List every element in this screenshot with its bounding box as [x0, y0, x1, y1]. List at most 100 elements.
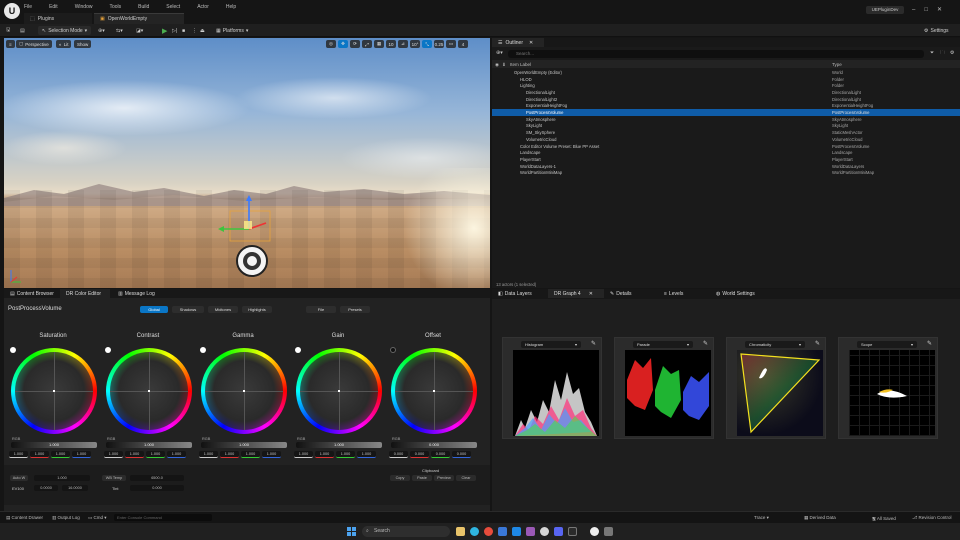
hue-wheel[interactable] — [296, 348, 382, 434]
platforms-dropdown[interactable]: ▦ Platforms ▾ — [216, 26, 248, 35]
tab-world-settings[interactable]: ◍ World Settings — [710, 289, 770, 298]
tab-dr-color-editor[interactable]: DR Color Editor — [60, 289, 110, 298]
mode-highlights-button[interactable]: Highlights — [242, 306, 272, 313]
mail-icon[interactable] — [512, 527, 521, 536]
pin-icon[interactable]: ✎ — [703, 340, 708, 347]
mode-global-button[interactable]: Global — [140, 306, 168, 313]
hue-wheel[interactable] — [391, 348, 477, 434]
unreal-engine-taskbar-icon[interactable] — [590, 527, 599, 536]
luminance-slider[interactable]: 1.000 — [106, 442, 192, 448]
outliner-row[interactable]: Color Editor Volume Preset: Blue PP Asse… — [492, 143, 960, 150]
col-type[interactable]: Type — [832, 62, 842, 67]
close-icon[interactable]: ✕ — [529, 40, 533, 46]
ev-min-value[interactable]: 0.0000 — [34, 485, 58, 491]
channel-value-g[interactable]: 1.000 — [146, 451, 165, 458]
outliner-row[interactable]: SkyAtmosphere SkyAtmosphere — [492, 116, 960, 123]
show-button[interactable]: Show — [74, 40, 92, 48]
outliner-search-input[interactable]: Search... — [508, 50, 924, 58]
outliner-row[interactable]: SkyLight SkyLight — [492, 123, 960, 130]
menu-edit[interactable]: Edit — [49, 4, 58, 10]
auto-wb-button[interactable]: Auto W — [10, 475, 28, 481]
selection-mode-dropdown[interactable]: ↖ Selection Mode ▾ — [38, 26, 92, 35]
outliner-settings-icon[interactable]: ⚙ — [950, 50, 954, 56]
channel-value-w[interactable]: 1.000 — [9, 451, 28, 458]
rotation-snap-icon[interactable]: ⊿ — [398, 40, 408, 48]
derived-data-button[interactable]: ▦ Derived Data — [804, 515, 836, 521]
mode-midtones-button[interactable]: Midtones — [208, 306, 238, 313]
channel-value-g[interactable]: 1.000 — [51, 451, 70, 458]
outliner-row[interactable]: WorldPartitionMiniMap WorldPartitionMiniM… — [492, 170, 960, 177]
perspective-button[interactable]: ▢ Perspective — [16, 40, 52, 48]
windows-start-icon[interactable] — [347, 527, 356, 536]
app-icon[interactable] — [540, 527, 549, 536]
settings-dropdown[interactable]: ⚙ Settings — [924, 26, 949, 35]
eject-icon[interactable]: ⏏ — [200, 26, 205, 35]
reset-dot-icon[interactable] — [200, 347, 206, 353]
parade-dropdown[interactable]: Parade ▾ — [633, 341, 693, 348]
minimize-button[interactable]: – — [912, 7, 915, 13]
discord-icon[interactable] — [554, 527, 563, 536]
scale-icon[interactable]: ⤢ — [362, 40, 372, 48]
world-local-icon[interactable]: ▦ — [374, 40, 384, 48]
file-button[interactable]: File — [306, 306, 336, 313]
content-icon[interactable]: ▤ — [20, 26, 25, 35]
level-viewport[interactable]: ≡ ▢ Perspective ◐ Lit Show ◎ ✥ ⟳ ⤢ ▦ 10 … — [4, 38, 490, 288]
channel-value-w[interactable]: 0.000 — [389, 451, 408, 458]
copy-button[interactable]: Copy — [390, 475, 410, 481]
menu-tools[interactable]: Tools — [109, 4, 121, 10]
add-folder-icon[interactable]: 🗀 — [940, 50, 945, 58]
reset-dot-icon[interactable] — [390, 347, 396, 353]
mode-shadows-button[interactable]: Shadows — [172, 306, 204, 313]
close-icon[interactable]: ✕ — [589, 291, 593, 297]
rotation-snap-value[interactable]: 10° — [410, 40, 420, 48]
camera-speed-icon[interactable]: ▭ — [446, 40, 456, 48]
grid-snap-value[interactable]: 10 — [386, 40, 396, 48]
outliner-row[interactable]: VolumetricCloud VolumetricCloud — [492, 136, 960, 143]
channel-value-g[interactable]: 1.000 — [336, 451, 355, 458]
cmd-dropdown[interactable]: ▭ Cmd ▾ — [88, 515, 107, 521]
output-log-button[interactable]: ▥ Output Log — [52, 515, 80, 521]
trace-button[interactable]: Trace ▾ — [754, 515, 769, 521]
pin-icon[interactable]: ✎ — [591, 340, 596, 347]
outliner-row[interactable]: ExponentialHeightFog ExponentialHeightFog — [492, 103, 960, 110]
console-command-input[interactable]: Enter Console Command — [114, 514, 212, 521]
luminance-slider[interactable]: 1.000 — [11, 442, 97, 448]
blueprint-icon[interactable]: ⇆▾ — [116, 26, 123, 35]
outliner-row[interactable]: SM_SkySphere StaticMeshActor — [492, 129, 960, 136]
pin-icon[interactable]: ✎ — [815, 340, 820, 347]
tab-levels[interactable]: ≡ Levels — [658, 289, 706, 298]
sort-arrow-icon[interactable]: ⬇ — [502, 62, 506, 68]
menu-file[interactable]: File — [24, 4, 32, 10]
channel-value-b[interactable]: 0.000 — [452, 451, 471, 458]
outliner-row[interactable]: OpenWorldEmpty (Editor) World — [492, 69, 960, 76]
menu-build[interactable]: Build — [138, 4, 149, 10]
menu-help[interactable]: Help — [226, 4, 236, 10]
tab-content-browser[interactable]: ▤ Content Browser — [4, 289, 60, 298]
visual-studio-icon[interactable] — [526, 527, 535, 536]
outliner-row[interactable]: PlayerStart PlayerStart — [492, 156, 960, 163]
menu-actor[interactable]: Actor — [197, 4, 209, 10]
paste-button[interactable]: Paste — [412, 475, 432, 481]
hue-wheel[interactable] — [201, 348, 287, 434]
step-button[interactable]: ▷| — [172, 26, 177, 35]
tab-plugins[interactable]: ⬚ Plugins — [24, 13, 92, 24]
terminal-app-icon[interactable] — [568, 527, 577, 536]
channel-value-g[interactable]: 1.000 — [241, 451, 260, 458]
reset-dot-icon[interactable] — [295, 347, 301, 353]
viewport-options-icon[interactable]: ≡ — [6, 40, 15, 48]
channel-value-w[interactable]: 1.000 — [294, 451, 313, 458]
luminance-slider[interactable]: 1.000 — [296, 442, 382, 448]
outliner-row[interactable]: PostProcessVolume PostProcessVolume — [492, 109, 960, 116]
col-item-label[interactable]: Item Label — [510, 62, 531, 67]
outliner-row[interactable]: Landscape Landscape — [492, 149, 960, 156]
tab-openworldempty[interactable]: ▣ OpenWorldEmpty — [94, 13, 184, 24]
channel-value-b[interactable]: 1.000 — [262, 451, 281, 458]
preview-button[interactable]: Preview — [434, 475, 454, 481]
tint-value[interactable]: 0.000 — [130, 485, 184, 491]
channel-value-b[interactable]: 1.000 — [167, 451, 186, 458]
tab-data-layers[interactable]: ◧ Data Layers — [492, 289, 544, 298]
scale-snap-value[interactable]: 0.25 — [434, 40, 444, 48]
rotate-icon[interactable]: ⟳ — [350, 40, 360, 48]
save-icon[interactable]: 🖫 — [6, 26, 10, 35]
visibility-icon[interactable]: ◉ — [495, 62, 499, 68]
